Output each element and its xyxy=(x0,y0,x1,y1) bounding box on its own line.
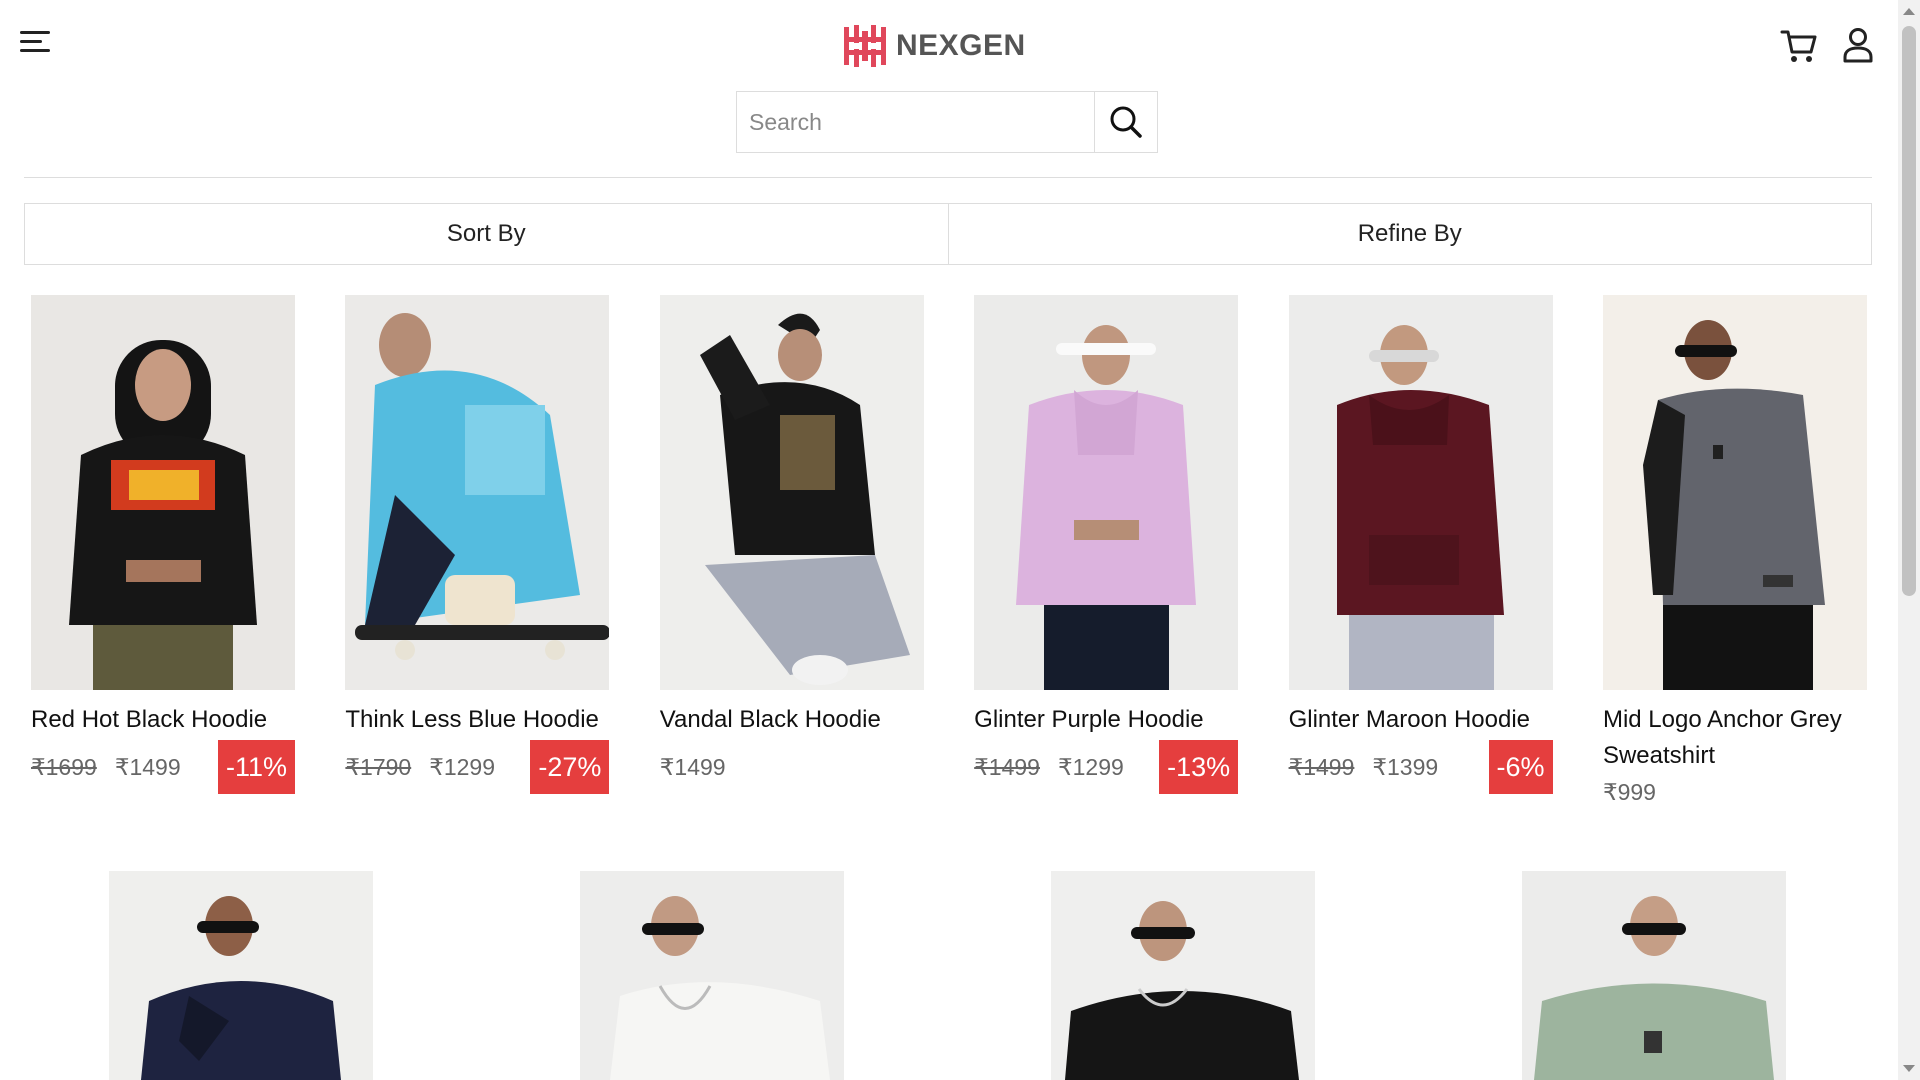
product-card[interactable] xyxy=(1051,871,1315,1080)
product-card[interactable]: Mid Logo Anchor Grey Sweatshirt ₹999 xyxy=(1602,295,1867,808)
original-price: ₹1790 xyxy=(345,753,412,780)
discount-badge: -6% xyxy=(1488,740,1553,794)
product-image[interactable] xyxy=(31,295,295,690)
product-card[interactable] xyxy=(1522,871,1786,1080)
product-name[interactable]: Think Less Blue Hoodie xyxy=(345,702,609,738)
discount-badge: -13% xyxy=(1159,740,1239,794)
refine-by-button[interactable]: Refine By xyxy=(947,204,1872,264)
original-price: ₹1699 xyxy=(31,753,97,780)
product-image[interactable] xyxy=(1051,871,1315,1080)
product-card[interactable]: Think Less Blue Hoodie ₹1790 ₹1299 -27% xyxy=(345,295,610,808)
sale-price: ₹1499 xyxy=(659,753,726,780)
price-row: ₹1499 ₹1399 -6% xyxy=(1289,740,1553,794)
product-grid-row-2 xyxy=(109,871,1786,1080)
scrollbar-thumb[interactable] xyxy=(1902,26,1916,596)
product-image[interactable] xyxy=(109,871,373,1080)
logo-mark-icon xyxy=(844,25,886,67)
search-bar xyxy=(736,91,1158,153)
top-bar: NEXGEN xyxy=(0,0,1898,90)
original-price: ₹1499 xyxy=(1288,753,1355,780)
sale-price: ₹1299 xyxy=(1057,753,1124,780)
page-scrollbar[interactable] xyxy=(1898,0,1920,1080)
product-name[interactable]: Red Hot Black Hoodie xyxy=(31,702,295,738)
product-name[interactable]: Glinter Purple Hoodie xyxy=(974,702,1238,738)
sale-price: ₹1299 xyxy=(429,753,496,780)
price-row: ₹1499 xyxy=(660,740,924,794)
product-card[interactable]: Red Hot Black Hoodie ₹1699 ₹1499 -11% xyxy=(31,295,295,808)
sort-by-button[interactable]: Sort By xyxy=(25,204,948,264)
product-card[interactable]: Vandal Black Hoodie ₹1499 xyxy=(659,295,924,808)
price-row: ₹1499 ₹1299 -13% xyxy=(974,740,1239,794)
price-row: ₹1790 ₹1299 -27% xyxy=(345,740,610,794)
product-card[interactable] xyxy=(109,871,373,1080)
search-icon xyxy=(1110,106,1142,138)
menu-icon[interactable] xyxy=(20,28,52,54)
product-image[interactable] xyxy=(1602,295,1867,690)
product-image[interactable] xyxy=(1288,295,1553,690)
original-price: ₹1499 xyxy=(974,753,1040,780)
sale-price: ₹1499 xyxy=(114,753,181,780)
divider xyxy=(24,177,1872,178)
brand-name: NEXGEN xyxy=(896,29,1026,62)
product-image[interactable] xyxy=(659,295,924,690)
search-button[interactable] xyxy=(1094,92,1157,152)
product-grid: Red Hot Black Hoodie ₹1699 ₹1499 -11% Th… xyxy=(31,295,1867,808)
discount-badge: -27% xyxy=(530,740,610,794)
product-card[interactable]: Glinter Maroon Hoodie ₹1499 ₹1399 -6% xyxy=(1288,295,1553,808)
product-image[interactable] xyxy=(345,295,610,690)
product-card[interactable]: Glinter Purple Hoodie ₹1499 ₹1299 -13% xyxy=(974,295,1239,808)
price-row: ₹999 xyxy=(1603,776,1867,808)
product-image[interactable] xyxy=(1522,871,1786,1080)
scroll-down-icon[interactable] xyxy=(1903,1065,1915,1072)
product-card[interactable] xyxy=(580,871,844,1080)
product-image[interactable] xyxy=(974,295,1239,690)
product-name[interactable]: Mid Logo Anchor Grey Sweatshirt xyxy=(1603,702,1867,774)
price-row: ₹1699 ₹1499 -11% xyxy=(31,740,295,794)
filter-bar: Sort By Refine By xyxy=(24,203,1872,265)
product-name[interactable]: Glinter Maroon Hoodie xyxy=(1289,702,1553,738)
product-name[interactable]: Vandal Black Hoodie xyxy=(660,702,924,738)
discount-badge: -11% xyxy=(217,740,295,794)
cart-icon[interactable] xyxy=(1780,28,1818,64)
sale-price: ₹999 xyxy=(1602,778,1656,805)
brand-logo[interactable]: NEXGEN xyxy=(842,22,1026,70)
sale-price: ₹1399 xyxy=(1372,753,1439,780)
scroll-up-icon[interactable] xyxy=(1903,8,1915,15)
product-image[interactable] xyxy=(580,871,844,1080)
user-icon[interactable] xyxy=(1842,27,1874,63)
search-input[interactable] xyxy=(737,92,1094,152)
